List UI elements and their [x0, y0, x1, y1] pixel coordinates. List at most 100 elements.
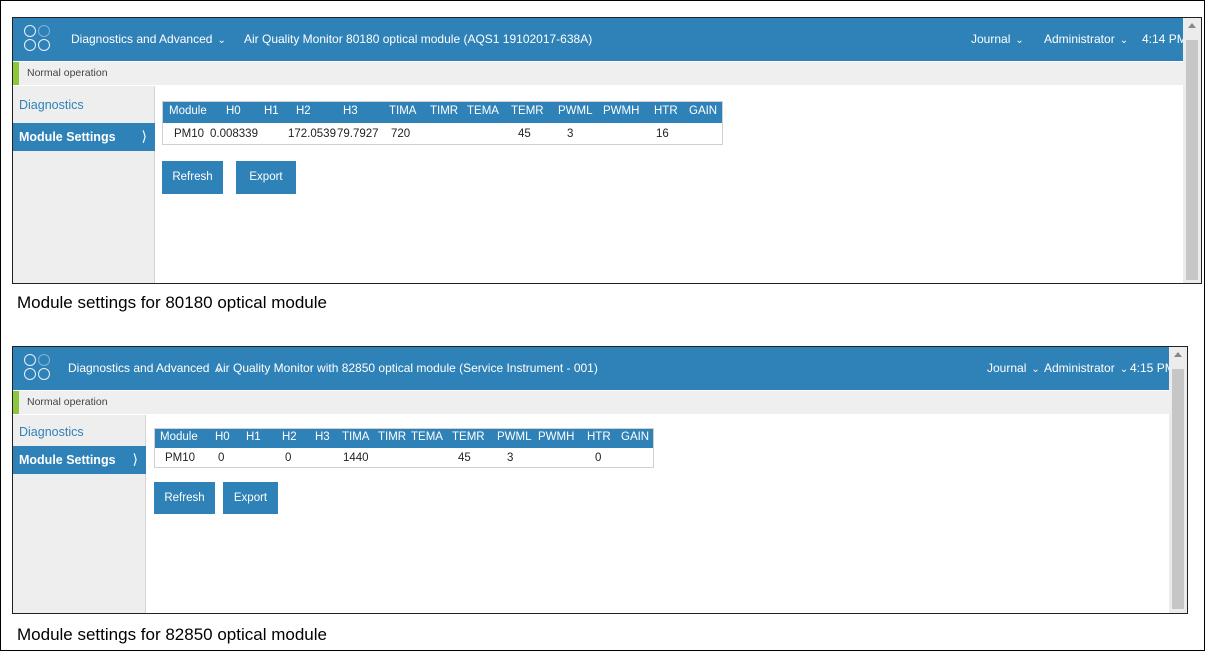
cell-module: PM10	[174, 128, 205, 140]
export-button[interactable]: Export	[236, 161, 296, 194]
journal-menu[interactable]: Journal ⌄	[987, 361, 1040, 375]
cell-temr: 45	[458, 452, 471, 464]
col-gain: GAIN	[621, 431, 650, 443]
table-header: Module H0 H1 H2 H3 TIMA TIMR TEMA TEMR P…	[155, 429, 653, 448]
cell-tima: 1440	[343, 452, 369, 464]
top-bar: Diagnostics and Advanced ⌄ Air Quality Mo…	[13, 347, 1175, 390]
refresh-button[interactable]: Refresh	[154, 482, 215, 514]
col-module: Module	[160, 431, 198, 443]
col-htr: HTR	[587, 431, 611, 443]
sidebar: Diagnostics Module Settings ⟩	[13, 86, 155, 283]
table-row[interactable]: PM10 0 0 1440 45 3 0	[155, 450, 653, 468]
module-settings-table: Module H0 H1 H2 H3 TIMA TIMR TEMA TEMR P…	[162, 101, 723, 145]
col-timr: TIMR	[430, 105, 459, 117]
col-h1: H1	[246, 431, 261, 443]
chevron-down-icon: ⌄	[1119, 35, 1129, 46]
col-pwmh: PWMH	[603, 105, 640, 117]
col-timr: TIMR	[378, 431, 407, 443]
col-tima: TIMA	[389, 105, 417, 117]
col-tima: TIMA	[342, 431, 370, 443]
col-htr: HTR	[654, 105, 678, 117]
cell-h2: 172.0539	[288, 128, 336, 140]
scroll-up-icon[interactable]	[1174, 352, 1182, 357]
table-row[interactable]: PM10 0.008339 172.0539 79.7927 720 45 3 …	[163, 125, 722, 145]
cell-htr: 16	[656, 128, 669, 140]
col-h0: H0	[226, 105, 241, 117]
chevron-right-icon: ⟩	[141, 128, 147, 144]
chevron-right-icon: ⟩	[132, 451, 138, 467]
col-pwml: PWML	[558, 105, 593, 117]
user-label: Administrator	[1044, 361, 1115, 375]
sidebar-item-label: Module Settings	[19, 453, 116, 467]
chevron-down-icon: ⌄	[1015, 35, 1024, 46]
clock: 4:15 PM	[1130, 361, 1175, 375]
sidebar-item-module-settings[interactable]: Module Settings ⟩	[13, 123, 155, 151]
export-label: Export	[249, 171, 283, 183]
cell-h2: 0	[285, 452, 292, 464]
diagnostics-advanced-menu[interactable]: Diagnostics and Advanced ⌄	[71, 32, 226, 46]
sidebar-item-diagnostics[interactable]: Diagnostics	[19, 98, 84, 112]
document-page: Diagnostics and Advanced ⌄ Air Quality Mo…	[0, 0, 1205, 651]
col-h2: H2	[282, 431, 297, 443]
col-h3: H3	[343, 105, 358, 117]
cell-h0: 0	[218, 452, 225, 464]
user-menu[interactable]: Administrator ⌄	[1044, 361, 1128, 375]
col-module: Module	[169, 105, 207, 117]
sidebar: Diagnostics Module Settings ⟩	[13, 415, 146, 613]
cell-pwml: 3	[507, 452, 514, 464]
module-settings-table: Module H0 H1 H2 H3 TIMA TIMR TEMA TEMR P…	[154, 428, 654, 468]
export-button[interactable]: Export	[223, 482, 278, 514]
col-h1: H1	[264, 105, 279, 117]
col-pwml: PWML	[497, 431, 532, 443]
screenshot-82850: Diagnostics and Advanced ⌄ Air Quality Mo…	[12, 346, 1188, 614]
refresh-button[interactable]: Refresh	[162, 161, 223, 194]
status-bar: Normal operation	[13, 62, 1185, 85]
status-indicator	[13, 62, 19, 85]
caption-80180: Module settings for 80180 optical module	[17, 293, 327, 312]
status-text: Normal operation	[27, 396, 108, 408]
status-bar: Normal operation	[13, 391, 1171, 414]
col-tema: TEMA	[411, 431, 443, 443]
chevron-down-icon: ⌄	[1119, 364, 1129, 375]
app-logo-icon[interactable]	[24, 25, 52, 53]
user-label: Administrator	[1044, 32, 1115, 46]
instrument-title: Air Quality Monitor 80180 optical module…	[244, 32, 593, 46]
sidebar-item-diagnostics[interactable]: Diagnostics	[19, 425, 84, 439]
col-tema: TEMA	[467, 105, 499, 117]
caption-82850: Module settings for 82850 optical module	[17, 625, 327, 644]
col-gain: GAIN	[689, 105, 718, 117]
instrument-title: Air Quality Monitor with 82850 optical m…	[215, 361, 598, 375]
col-h2: H2	[296, 105, 311, 117]
refresh-label: Refresh	[164, 492, 205, 504]
cell-h3: 79.7927	[337, 128, 379, 140]
scroll-thumb[interactable]	[1172, 369, 1184, 609]
scrollbar[interactable]	[1183, 18, 1201, 283]
screenshot-80180: Diagnostics and Advanced ⌄ Air Quality Mo…	[12, 17, 1202, 284]
col-temr: TEMR	[511, 105, 544, 117]
cell-module: PM10	[165, 452, 196, 464]
top-bar: Diagnostics and Advanced ⌄ Air Quality Mo…	[13, 18, 1187, 61]
export-label: Export	[233, 492, 268, 504]
scroll-up-icon[interactable]	[1188, 23, 1196, 28]
cell-h0: 0.008339	[210, 128, 258, 140]
sidebar-item-label: Module Settings	[19, 130, 116, 144]
scroll-thumb[interactable]	[1186, 40, 1198, 280]
col-pwmh: PWMH	[538, 431, 575, 443]
status-text: Normal operation	[27, 67, 108, 79]
col-h3: H3	[315, 431, 330, 443]
sidebar-item-module-settings[interactable]: Module Settings ⟩	[13, 446, 146, 474]
clock: 4:14 PM	[1142, 32, 1187, 46]
journal-label: Journal	[987, 361, 1027, 375]
menu-label: Diagnostics and Advanced	[68, 361, 210, 375]
journal-label: Journal	[971, 32, 1011, 46]
app-logo-icon[interactable]	[24, 354, 52, 382]
col-temr: TEMR	[452, 431, 485, 443]
user-menu[interactable]: Administrator ⌄	[1044, 32, 1128, 46]
table-header: Module H0 H1 H2 H3 TIMA TIMR TEMA TEMR P…	[163, 102, 722, 123]
chevron-down-icon: ⌄	[1031, 364, 1040, 375]
diagnostics-advanced-menu[interactable]: Diagnostics and Advanced ⌄	[68, 361, 223, 375]
journal-menu[interactable]: Journal ⌄	[971, 32, 1024, 46]
cell-temr: 45	[518, 128, 531, 140]
cell-pwml: 3	[567, 128, 574, 140]
scrollbar[interactable]	[1169, 347, 1187, 613]
